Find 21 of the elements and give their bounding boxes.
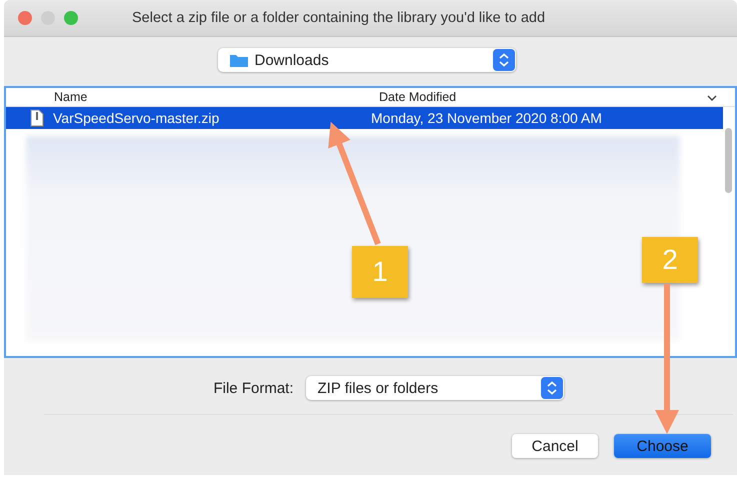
close-button[interactable]: [18, 11, 32, 25]
date-modified: Monday, 23 November 2020 8:00 AM: [371, 110, 602, 126]
folder-icon: [230, 53, 248, 67]
stepper-icon: [492, 49, 514, 71]
callout-badge: 1: [352, 246, 408, 298]
file-row[interactable]: VarSpeedServo-master.zip Monday, 23 November 2020 8:00 AM: [6, 107, 723, 129]
zip-file-icon: [30, 109, 44, 127]
cancel-button[interactable]: Cancel: [512, 434, 598, 458]
zoom-button[interactable]: [64, 11, 78, 25]
file-format-popup[interactable]: ZIP files or folders: [306, 376, 564, 400]
choose-button[interactable]: Choose: [614, 434, 711, 458]
column-header[interactable]: Date Modified: [379, 90, 456, 104]
location-popup[interactable]: Downloads: [218, 48, 516, 72]
window-title: Select a zip file or a folder containing the library you'd like to add: [132, 10, 546, 26]
file-format-label: File Format:: [213, 380, 294, 396]
file-name: VarSpeedServo-master.zip: [53, 110, 220, 126]
scrollbar[interactable]: [725, 128, 732, 193]
callout-badge: 2: [642, 237, 698, 283]
stepper-icon: [540, 377, 562, 399]
chevron-down-icon: [707, 94, 717, 102]
column-header[interactable]: Name: [54, 90, 379, 104]
